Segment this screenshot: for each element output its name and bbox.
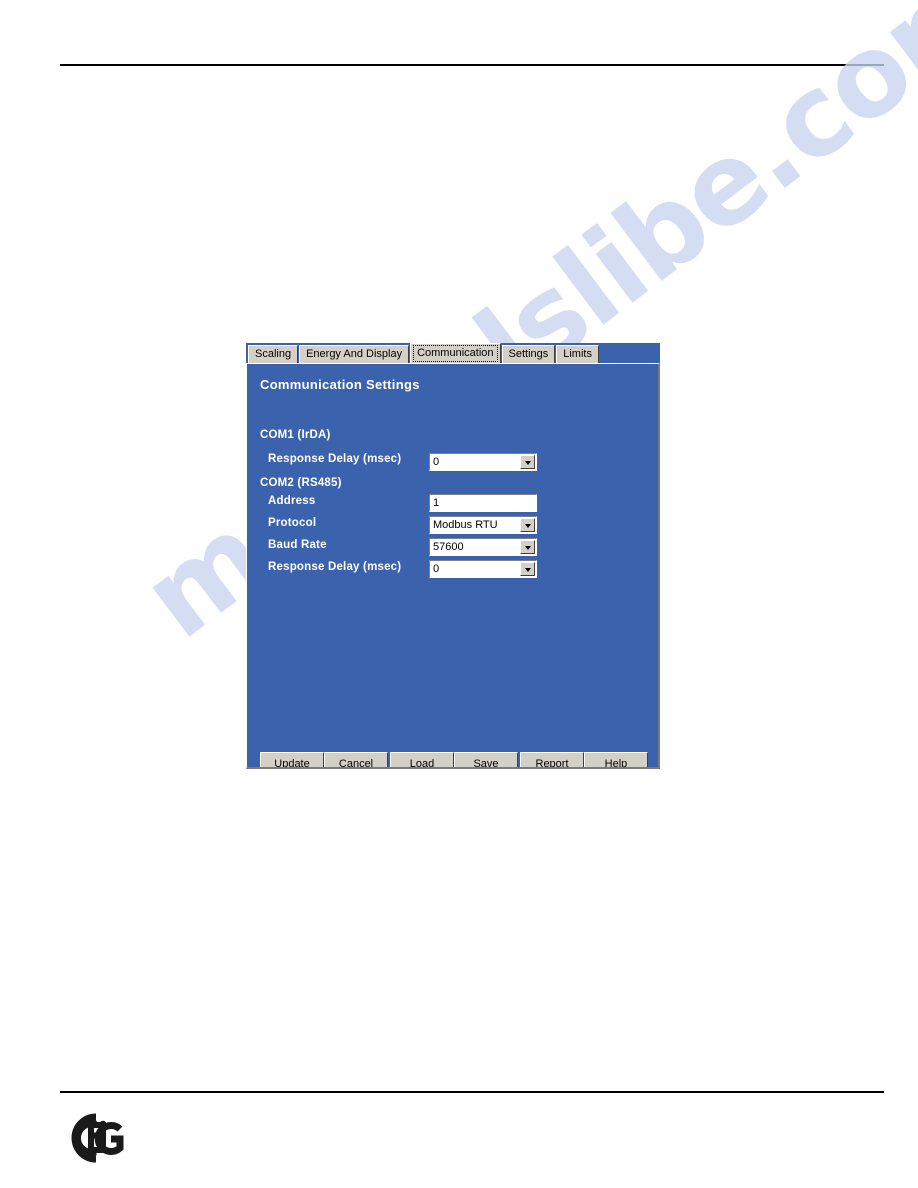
communication-settings-dialog: Scaling Energy And Display Communication…	[246, 343, 660, 769]
tab-limits-label: Limits	[563, 348, 592, 360]
tab-energy-and-display-label: Energy And Display	[306, 348, 403, 360]
address-value: 1	[433, 497, 440, 509]
label-com2-response-delay: Response Delay (msec)	[268, 561, 402, 573]
chevron-down-icon[interactable]	[520, 455, 535, 469]
baud-rate-combobox[interactable]: 57600	[429, 538, 537, 556]
help-button[interactable]: Help	[584, 752, 648, 769]
label-baud-rate: Baud Rate	[268, 539, 327, 551]
button-group-file: Load Save	[390, 752, 518, 769]
label-com1-response-delay: Response Delay (msec)	[268, 453, 402, 465]
cancel-button-label-rest: ancel	[346, 758, 374, 769]
footer-rule	[60, 1091, 884, 1093]
com2-response-delay-combobox[interactable]: 0	[429, 560, 537, 578]
save-button-label-rest: ave	[480, 758, 499, 769]
help-button-label-rest: elp	[612, 758, 628, 769]
protocol-value: Modbus RTU	[433, 519, 498, 531]
update-button-label-rest: pdate	[282, 758, 310, 769]
button-group-primary: Update Cancel	[260, 752, 388, 769]
tab-communication-label: Communication	[417, 347, 494, 359]
button-group-support: Report Help	[520, 752, 648, 769]
load-button[interactable]: Load	[390, 752, 454, 769]
tab-settings-label: Settings	[508, 348, 549, 360]
tab-scaling-label: Scaling	[255, 348, 292, 360]
communication-panel: Communication Settings COM1 (IrDA) Respo…	[246, 363, 660, 769]
tab-energy-and-display[interactable]: Energy And Display	[299, 345, 410, 363]
eig-logo	[62, 1113, 126, 1163]
header-rule	[60, 64, 884, 66]
page-title: Communication Settings	[260, 377, 420, 392]
load-button-label-rest: oad	[415, 758, 435, 769]
baud-rate-value: 57600	[433, 541, 464, 553]
com1-response-delay-combobox[interactable]: 0	[429, 453, 537, 471]
cancel-button[interactable]: Cancel	[324, 752, 388, 769]
label-address: Address	[268, 495, 316, 507]
tab-communication[interactable]: Communication	[410, 343, 501, 363]
dialog-button-bar: Update Cancel Load Save Report Help	[260, 752, 648, 769]
address-input[interactable]: 1	[429, 494, 537, 512]
save-button[interactable]: Save	[454, 752, 518, 769]
report-button-label-rest: eport	[543, 758, 569, 769]
tab-settings[interactable]: Settings	[501, 345, 556, 363]
tab-scaling[interactable]: Scaling	[248, 345, 299, 363]
group-label-com1: COM1 (IrDA)	[260, 429, 331, 441]
report-button[interactable]: Report	[520, 752, 584, 769]
chevron-down-icon[interactable]	[520, 562, 535, 576]
group-label-com2: COM2 (RS485)	[260, 477, 342, 489]
label-protocol: Protocol	[268, 517, 317, 529]
chevron-down-icon[interactable]	[520, 518, 535, 532]
tab-limits[interactable]: Limits	[556, 345, 599, 363]
chevron-down-icon[interactable]	[520, 540, 535, 554]
tab-strip: Scaling Energy And Display Communication…	[246, 343, 660, 363]
update-button[interactable]: Update	[260, 752, 324, 769]
com1-response-delay-value: 0	[433, 456, 440, 468]
com2-response-delay-value: 0	[433, 563, 440, 575]
protocol-combobox[interactable]: Modbus RTU	[429, 516, 537, 534]
